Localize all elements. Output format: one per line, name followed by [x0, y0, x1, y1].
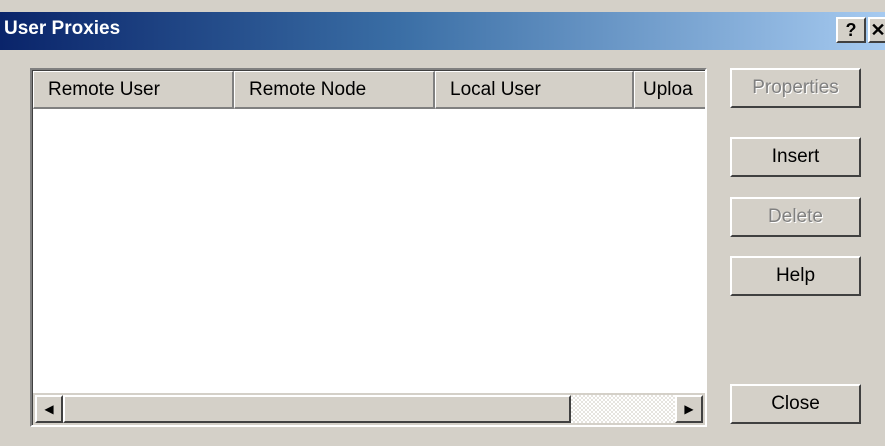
insert-button[interactable]: Insert: [730, 137, 861, 177]
column-header-remote-user[interactable]: Remote User: [33, 71, 234, 109]
column-header-remote-node[interactable]: Remote Node: [234, 71, 435, 109]
insert-button-label: Insert: [771, 146, 820, 167]
horizontal-scrollbar[interactable]: ◀ ▶: [33, 393, 705, 425]
delete-button[interactable]: Delete: [730, 197, 861, 237]
proxies-list-view[interactable]: Remote User Remote Node Local User Uploa…: [30, 68, 707, 427]
column-header-local-user[interactable]: Local User: [435, 71, 634, 109]
close-button-label: Close: [771, 393, 820, 414]
list-header: Remote User Remote Node Local User Uploa: [33, 71, 705, 109]
close-button[interactable]: Close: [730, 384, 861, 424]
close-titlebar-button[interactable]: ✕: [868, 17, 885, 43]
title-bar[interactable]: User Proxies ? ✕: [0, 12, 885, 50]
delete-button-label: Delete: [768, 206, 823, 227]
help-button[interactable]: Help: [730, 256, 861, 296]
window-title: User Proxies: [4, 18, 121, 39]
scroll-right-arrow-icon[interactable]: ▶: [675, 395, 703, 423]
column-header-upload[interactable]: Uploa: [634, 71, 705, 109]
scroll-left-arrow-icon[interactable]: ◀: [35, 395, 63, 423]
help-button-label: Help: [775, 265, 816, 286]
scroll-thumb[interactable]: [63, 395, 571, 423]
properties-button[interactable]: Properties: [730, 68, 861, 108]
user-proxies-dialog: User Proxies ? ✕ Remote User Remote Node…: [0, 0, 885, 446]
properties-button-label: Properties: [752, 77, 839, 98]
help-titlebar-button[interactable]: ?: [836, 17, 866, 43]
